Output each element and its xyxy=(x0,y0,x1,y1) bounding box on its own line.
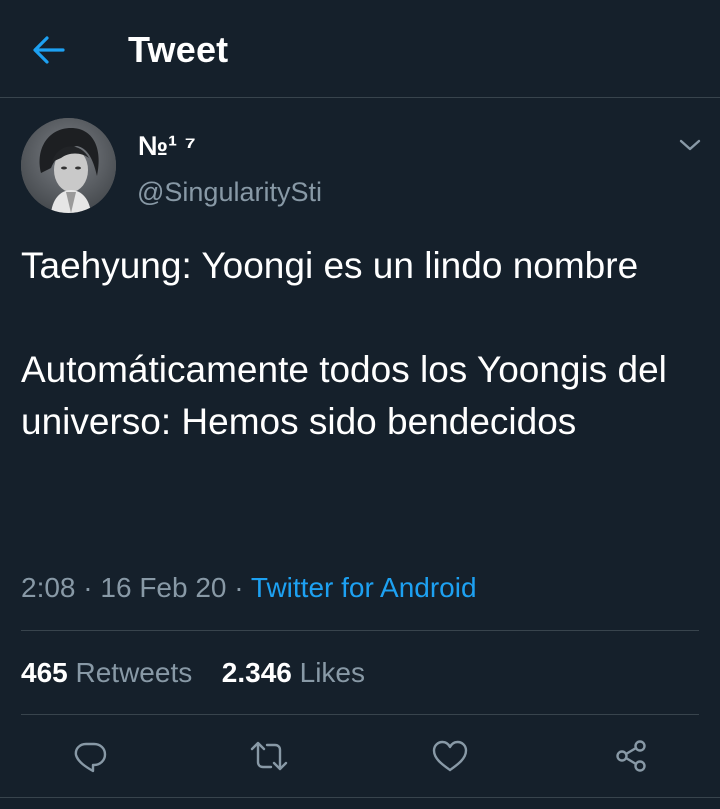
tweet-time[interactable]: 2:08 xyxy=(21,572,76,603)
divider xyxy=(21,714,699,715)
retweet-button[interactable] xyxy=(241,728,297,784)
meta-separator: · xyxy=(75,572,101,603)
like-button[interactable] xyxy=(422,728,478,784)
reply-icon xyxy=(74,742,107,773)
retweets-stat[interactable]: 465 Retweets xyxy=(21,657,192,688)
tweet-source-link[interactable]: Twitter for Android xyxy=(251,572,477,603)
retweets-label: Retweets xyxy=(75,657,193,688)
reply-button[interactable] xyxy=(62,728,118,784)
retweet-icon xyxy=(250,741,288,771)
avatar[interactable] xyxy=(21,118,116,213)
likes-label: Likes xyxy=(299,657,366,688)
tweet-stats: 465 Retweets 2.346 Likes xyxy=(21,655,365,691)
share-icon xyxy=(616,740,646,772)
likes-count: 2.346 xyxy=(221,657,292,688)
page-title: Tweet xyxy=(128,29,229,70)
top-app-bar: Tweet xyxy=(0,0,720,98)
tweet-detail-screen: Tweet №¹ ⁷ @SingularitySti Taehyung: Yoo… xyxy=(0,0,720,809)
tweet-paragraph: Automáticamente todos los Yoongis del un… xyxy=(21,349,667,442)
more-options-button[interactable] xyxy=(672,130,708,160)
divider xyxy=(0,797,720,798)
tweet-metadata: 2:08 · 16 Feb 20 · Twitter for Android xyxy=(21,570,477,606)
tweet-action-bar xyxy=(0,728,720,784)
share-button[interactable] xyxy=(603,728,659,784)
divider xyxy=(21,630,699,631)
author-username[interactable]: @SingularitySti xyxy=(137,176,322,208)
tweet-date[interactable]: 16 Feb 20 xyxy=(100,572,226,603)
like-icon xyxy=(432,740,468,772)
back-button[interactable] xyxy=(26,27,72,73)
retweets-count: 465 xyxy=(21,657,68,688)
author-display-name[interactable]: №¹ ⁷ xyxy=(138,130,196,162)
tweet-text: Taehyung: Yoongi es un lindo nombre Auto… xyxy=(21,240,701,448)
avatar-image xyxy=(21,118,116,213)
tweet-paragraph: Taehyung: Yoongi es un lindo nombre xyxy=(21,245,639,286)
likes-stat[interactable]: 2.346 Likes xyxy=(222,657,365,688)
meta-separator: · xyxy=(226,572,251,603)
arrow-left-icon xyxy=(33,36,65,64)
chevron-down-icon xyxy=(679,139,701,151)
